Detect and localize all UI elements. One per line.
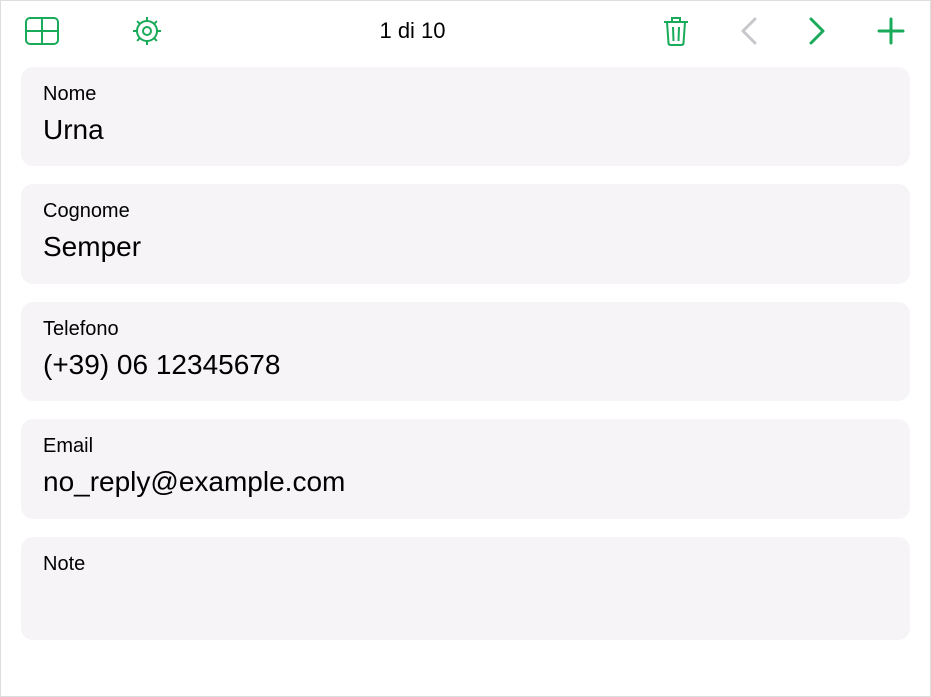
field-telefono[interactable]: Telefono (+39) 06 12345678 bbox=[21, 302, 910, 401]
field-label: Cognome bbox=[43, 200, 888, 223]
plus-icon bbox=[876, 16, 906, 46]
field-cognome[interactable]: Cognome Semper bbox=[21, 184, 910, 283]
field-value[interactable]: Semper bbox=[43, 229, 888, 265]
prev-record-button[interactable] bbox=[740, 16, 758, 46]
field-value[interactable]: Urna bbox=[43, 112, 888, 148]
field-value[interactable] bbox=[43, 582, 888, 622]
field-value[interactable]: (+39) 06 12345678 bbox=[43, 347, 888, 383]
field-email[interactable]: Email no_reply@example.com bbox=[21, 419, 910, 518]
form-content: Nome Urna Cognome Semper Telefono (+39) … bbox=[1, 57, 930, 668]
trash-icon bbox=[662, 15, 690, 47]
gear-icon bbox=[131, 15, 163, 47]
field-label: Note bbox=[43, 553, 888, 576]
next-record-button[interactable] bbox=[808, 16, 826, 46]
chevron-right-icon bbox=[808, 16, 826, 46]
table-icon bbox=[25, 17, 59, 45]
toolbar: 1 di 10 bbox=[1, 1, 930, 57]
field-nome[interactable]: Nome Urna bbox=[21, 67, 910, 166]
field-label: Telefono bbox=[43, 318, 888, 341]
toolbar-left bbox=[25, 15, 163, 47]
field-label: Email bbox=[43, 435, 888, 458]
delete-button[interactable] bbox=[662, 15, 690, 47]
record-counter: 1 di 10 bbox=[163, 18, 662, 44]
table-view-button[interactable] bbox=[25, 17, 59, 45]
chevron-left-icon bbox=[740, 16, 758, 46]
settings-button[interactable] bbox=[131, 15, 163, 47]
field-value[interactable]: no_reply@example.com bbox=[43, 464, 888, 500]
add-record-button[interactable] bbox=[876, 16, 906, 46]
field-label: Nome bbox=[43, 83, 888, 106]
toolbar-right bbox=[662, 15, 906, 47]
field-note[interactable]: Note bbox=[21, 537, 910, 640]
